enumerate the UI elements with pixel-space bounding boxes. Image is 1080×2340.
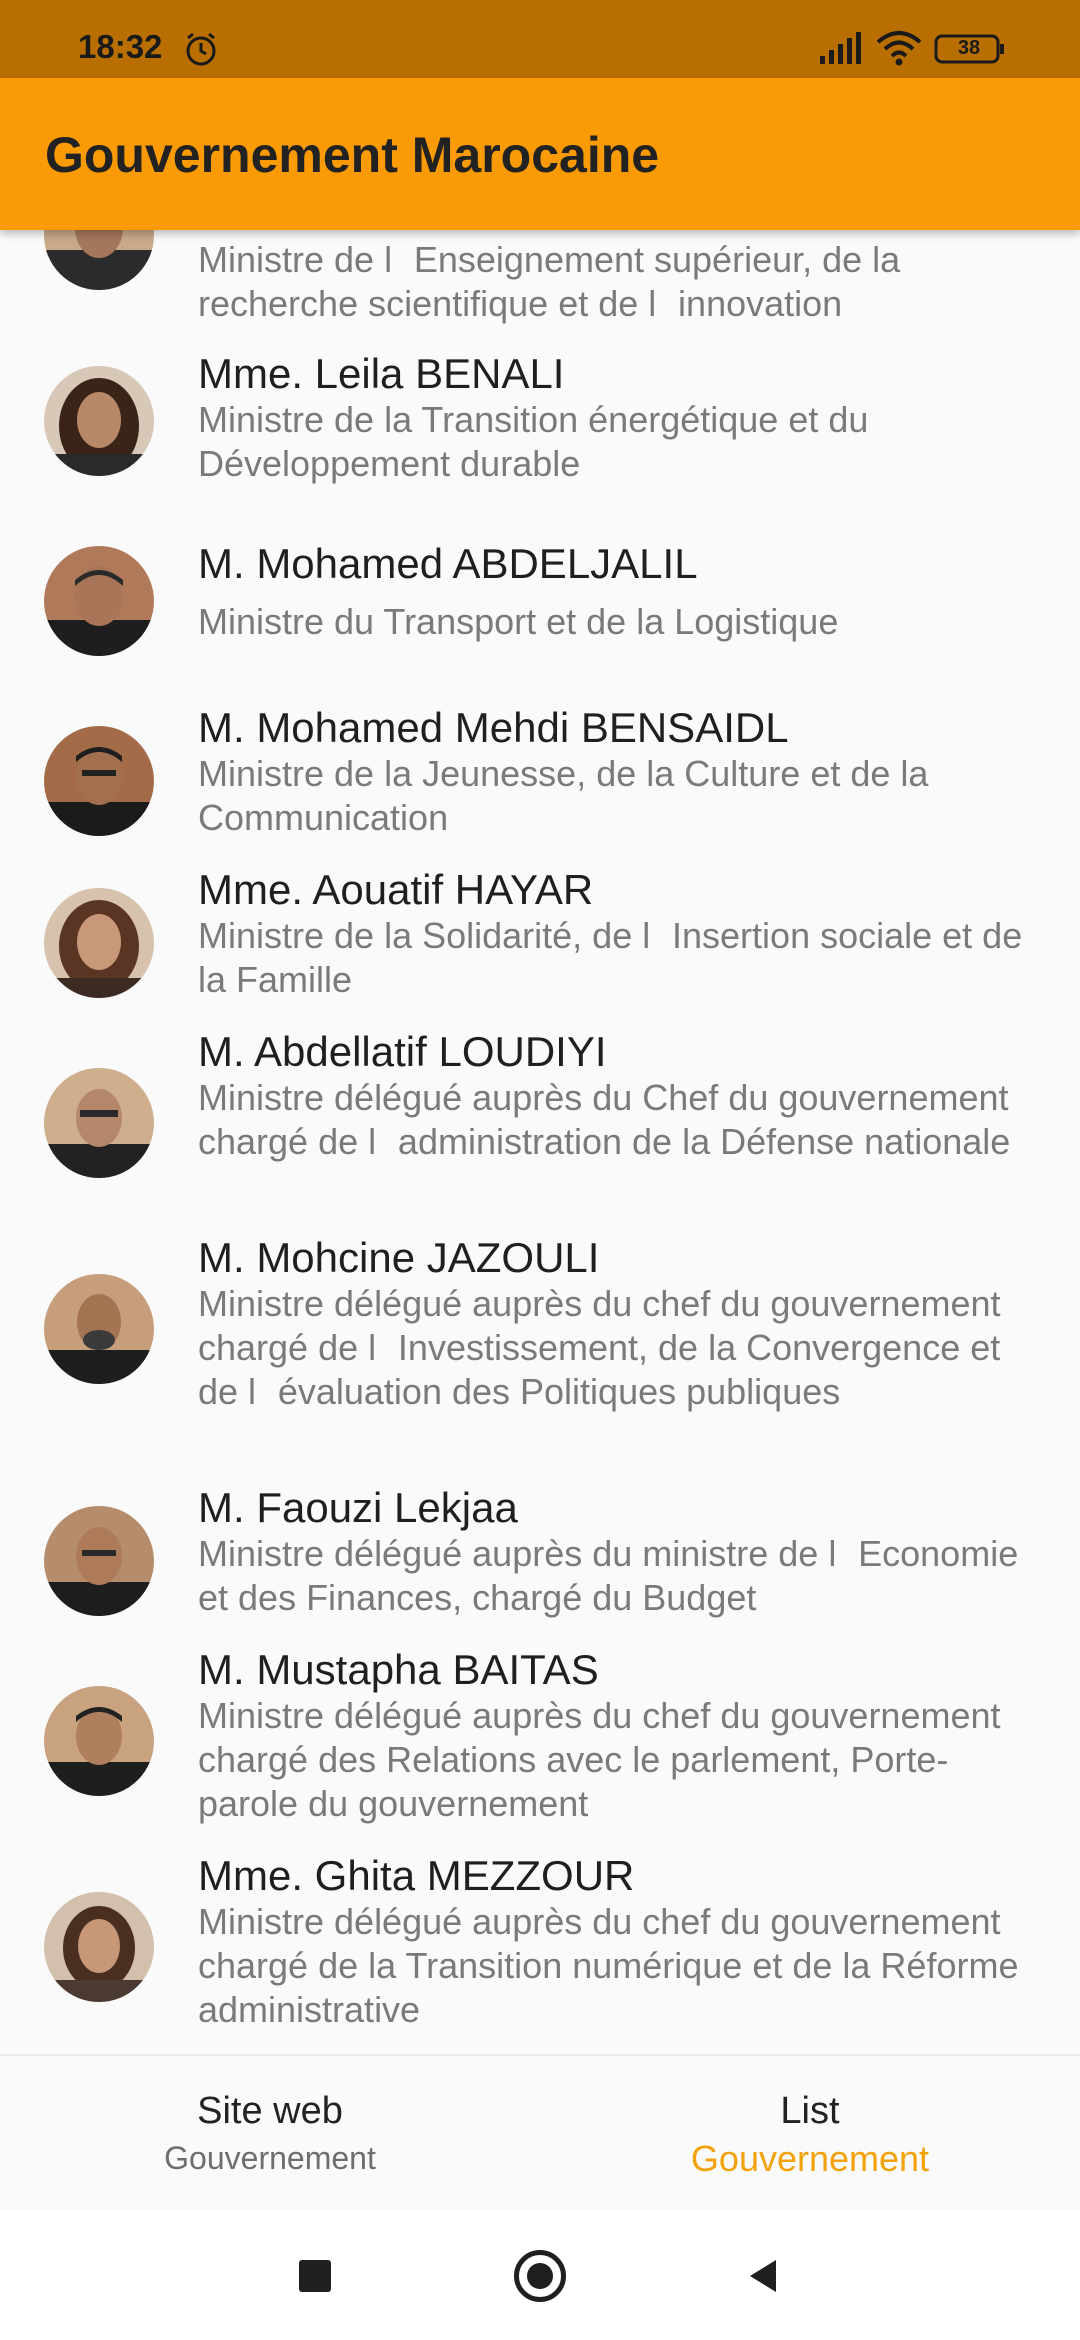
minister-role: Ministre de lEnseignement supérieur, de…	[198, 239, 901, 324]
minister-role: Ministre délégué auprès du Chef du gouve…	[198, 1077, 1011, 1162]
tab-label: Site web	[197, 2090, 343, 2132]
minister-role: Ministre délégué auprès du ministre de l…	[198, 1533, 1019, 1618]
ministers-list[interactable]: Ministre de lEnseignement supérieur, de…	[0, 230, 1080, 2054]
avatar	[44, 726, 154, 836]
avatar	[44, 1686, 154, 1796]
avatar	[44, 230, 154, 290]
avatar	[44, 1506, 154, 1616]
minister-role: Ministre de la Solidarité, de lInsertio…	[198, 915, 1023, 1000]
status-time: 18:32	[78, 28, 163, 65]
tab-label: List	[780, 2090, 840, 2132]
list-item[interactable]: M. Abdellatif LOUDIYI Ministre délégué a…	[0, 1028, 1080, 1218]
avatar	[44, 1274, 154, 1384]
list-item[interactable]: M. Mustapha BAITAS Ministre délégué aupr…	[0, 1646, 1080, 1836]
avatar	[44, 546, 154, 656]
list-item[interactable]: Mme. Ghita MEZZOUR Ministre délégué aupr…	[0, 1852, 1080, 2042]
minister-role: Ministre délégué auprès du chef du gouve…	[198, 1695, 1001, 1824]
back-button[interactable]	[744, 2256, 784, 2296]
wifi-icon	[876, 31, 922, 66]
home-icon	[527, 2263, 553, 2289]
minister-role: Ministre du Transport et de la Logistiqu…	[198, 601, 839, 642]
avatar	[44, 1892, 154, 2002]
list-item[interactable]: Mme. Aouatif HAYAR Ministre de la Solida…	[0, 866, 1080, 1006]
list-item[interactable]: M. Mohcine JAZOULI Ministre délégué aupr…	[0, 1234, 1080, 1464]
tab-sublabel: Gouvernement	[690, 2138, 930, 2179]
minister-name: Mme. Leila BENALI	[198, 350, 565, 397]
minister-name: M. Mohamed ABDELJALIL	[198, 540, 698, 587]
minister-role: Ministre de la Transition énergétique et…	[198, 399, 869, 484]
alarm-icon	[186, 32, 216, 66]
page-title: Gouvernement Marocaine	[45, 127, 660, 183]
avatar	[44, 1068, 154, 1178]
minister-name: M. Faouzi Lekjaa	[198, 1484, 518, 1531]
tab-list[interactable]: List Gouvernement	[540, 2056, 1080, 2212]
list-item[interactable]: Ministre de lEnseignement supérieur, de…	[0, 230, 1080, 350]
minister-name: M. Abdellatif LOUDIYI	[198, 1028, 607, 1075]
tab-site-web[interactable]: Site web Gouvernement	[0, 2056, 540, 2212]
list-item[interactable]: M. Mohamed Mehdi BENSAIDL Ministre de la…	[0, 704, 1080, 844]
tab-sublabel: Gouvernement	[164, 2140, 376, 2176]
minister-name: Mme. Ghita MEZZOUR	[198, 1852, 635, 1899]
signal-icon	[820, 32, 861, 64]
home-button[interactable]	[514, 2250, 566, 2302]
avatar	[44, 366, 154, 476]
minister-name: M. Mustapha BAITAS	[198, 1646, 599, 1693]
recents-button[interactable]	[299, 2260, 331, 2292]
list-item[interactable]: Mme. Leila BENALI Ministre de la Transit…	[0, 350, 1080, 490]
minister-name: M. Mohamed Mehdi BENSAIDL	[198, 704, 789, 751]
minister-role: Ministre de la Jeunesse, de la Culture e…	[198, 753, 929, 838]
system-navigation-bar	[0, 2210, 1080, 2340]
avatar	[44, 888, 154, 998]
minister-name: M. Mohcine JAZOULI	[198, 1234, 600, 1281]
minister-name: Mme. Aouatif HAYAR	[198, 866, 594, 913]
minister-role: Ministre délégué auprès du chef du gouve…	[198, 1901, 1019, 2030]
minister-role: Ministre délégué auprès du chef du gouve…	[198, 1283, 1001, 1412]
list-item[interactable]: M. Faouzi Lekjaa Ministre délégué auprès…	[0, 1484, 1080, 1624]
bottom-navigation: Site web Gouvernement List Gouvernement	[0, 2054, 1080, 2210]
battery-level: 38	[957, 37, 981, 59]
status-bar: 18:32 38	[0, 0, 1080, 78]
list-item[interactable]: M. Mohamed ABDELJALIL Ministre du Transp…	[0, 540, 1080, 660]
app-bar: Gouvernement Marocaine	[0, 78, 1080, 230]
